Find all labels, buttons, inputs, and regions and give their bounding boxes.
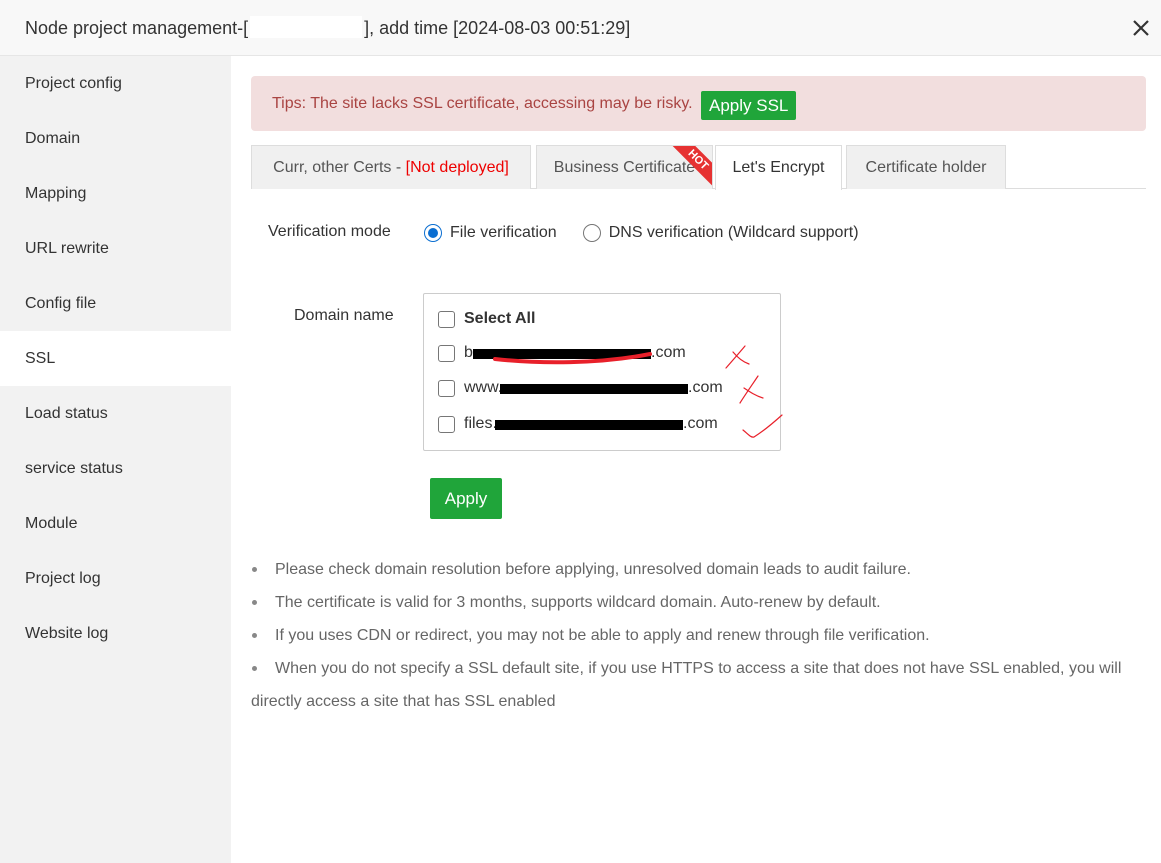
sidebar-item-service-status[interactable]: service status (0, 441, 231, 496)
dns-verification-label[interactable]: DNS verification (Wildcard support) (609, 224, 859, 242)
select-all-row: Select All (438, 310, 535, 328)
note-item: Please check domain resolution before ap… (251, 553, 1146, 586)
redacted-domain (473, 349, 651, 359)
select-all-label[interactable]: Select All (464, 310, 535, 328)
note-item-line: When you do not specify a SSL default si… (275, 660, 1122, 677)
apply-ssl-button[interactable]: Apply SSL (701, 91, 797, 120)
note-item: When you do not specify a SSL default si… (251, 652, 1146, 718)
dialog-titlebar: Node project management-[ ], add time [20… (0, 0, 1161, 56)
redacted-domain (500, 384, 688, 394)
domain-prefix: b (464, 344, 473, 361)
dialog-title: Node project management-[ ], add time [20… (25, 16, 630, 39)
title-suffix: ], add time [2024-08-03 00:51:29] (364, 18, 631, 38)
tab-business-certificate[interactable]: Business Certificate HOT (536, 145, 713, 189)
domain-label[interactable]: b .com (464, 344, 694, 362)
domain-suffix: .com (651, 344, 686, 361)
sidebar-item-mapping[interactable]: Mapping (0, 166, 231, 221)
tab-current-certs-label: Curr, other Certs - (273, 159, 406, 176)
note-item: The certificate is valid for 3 months, s… (251, 586, 1146, 619)
domain-name-label: Domain name (294, 307, 394, 324)
domain-label[interactable]: files. .com (464, 415, 724, 433)
sidebar-item-domain[interactable]: Domain (0, 111, 231, 166)
select-all-checkbox[interactable] (438, 310, 455, 328)
file-verification-radio[interactable] (424, 224, 442, 242)
file-verification-label[interactable]: File verification (450, 224, 557, 242)
verification-mode-group: File verification DNS verification (Wild… (424, 224, 885, 242)
sidebar-item-load-status[interactable]: Load status (0, 386, 231, 441)
not-deployed-status: [Not deployed] (405, 159, 509, 176)
dns-verification-radio[interactable] (582, 224, 601, 242)
sidebar-item-project-config[interactable]: Project config (0, 56, 231, 111)
domain-list-box: Select All b .com www. .com files. .com (423, 293, 781, 451)
domain-row: b .com (438, 344, 694, 362)
tab-certificate-holder[interactable]: Certificate holder (846, 145, 1006, 189)
title-prefix: Node project management-[ (25, 18, 249, 38)
domain-suffix: .com (683, 415, 718, 432)
certificate-tabs: Curr, other Certs - [Not deployed] Busin… (251, 145, 1146, 190)
ssl-warning-text: Tips: The site lacks SSL certificate, ac… (272, 95, 693, 112)
tab-current-certs[interactable]: Curr, other Certs - [Not deployed] (251, 145, 531, 189)
sidebar-item-url-rewrite[interactable]: URL rewrite (0, 221, 231, 276)
domain-checkbox[interactable] (438, 344, 455, 362)
domain-row: files. .com (438, 415, 724, 433)
sidebar-item-project-log[interactable]: Project log (0, 551, 231, 606)
domain-row: www. .com (438, 379, 734, 397)
tab-lets-encrypt[interactable]: Let's Encrypt (715, 145, 842, 190)
verification-mode-label: Verification mode (268, 223, 391, 240)
sidebar-item-ssl[interactable]: SSL (0, 331, 231, 386)
sidebar-item-module[interactable]: Module (0, 496, 231, 551)
domain-prefix: www. (464, 379, 503, 396)
close-icon (1133, 20, 1149, 36)
tab-business-certificate-label: Business Certificate (553, 159, 696, 176)
notes-list: Please check domain resolution before ap… (251, 553, 1146, 718)
note-item-continuation: directly access a site that has SSL enab… (251, 693, 556, 710)
redacted-domain (495, 420, 683, 430)
domain-prefix: files. (464, 415, 497, 432)
redacted-project-name (250, 16, 363, 38)
domain-label[interactable]: www. .com (464, 379, 734, 397)
sidebar-item-website-log[interactable]: Website log (0, 606, 231, 661)
ssl-warning-banner: Tips: The site lacks SSL certificate, ac… (251, 76, 1146, 131)
sidebar: Project config Domain Mapping URL rewrit… (0, 56, 231, 863)
note-item: If you uses CDN or redirect, you may not… (251, 619, 1146, 652)
domain-checkbox[interactable] (438, 415, 455, 433)
apply-button[interactable]: Apply (430, 478, 502, 519)
sidebar-item-config-file[interactable]: Config file (0, 276, 231, 331)
domain-suffix: .com (688, 379, 723, 396)
domain-checkbox[interactable] (438, 379, 455, 397)
main-panel: Tips: The site lacks SSL certificate, ac… (231, 56, 1161, 863)
close-button[interactable] (1127, 14, 1155, 42)
